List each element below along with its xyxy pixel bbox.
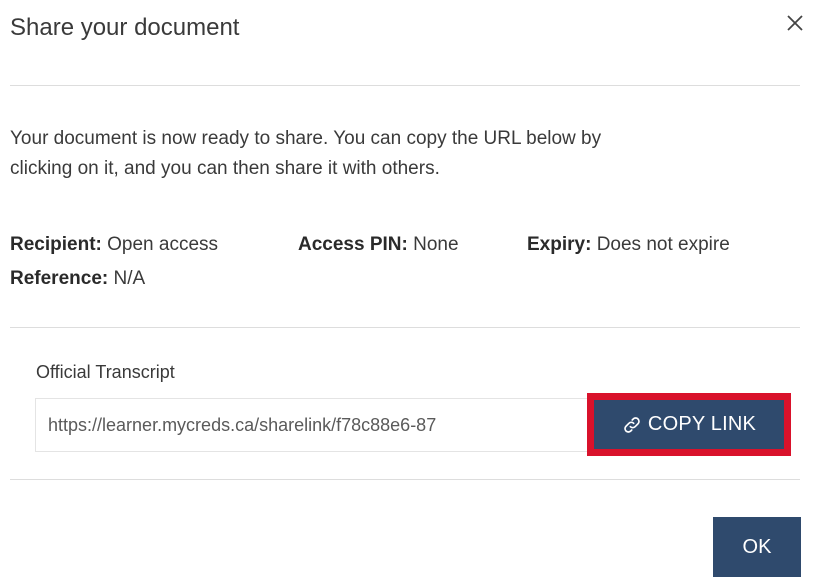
pin-detail: Access PIN: None bbox=[298, 234, 459, 256]
expiry-detail: Expiry: Does not expire bbox=[527, 234, 730, 256]
recipient-label: Recipient: bbox=[10, 234, 102, 255]
close-icon bbox=[787, 15, 803, 31]
footer-divider bbox=[10, 479, 800, 480]
expiry-label: Expiry: bbox=[527, 234, 592, 255]
recipient-value: Open access bbox=[107, 234, 219, 255]
dialog-title: Share your document bbox=[10, 14, 240, 41]
reference-label: Reference: bbox=[10, 268, 109, 289]
pin-value: None bbox=[413, 234, 459, 255]
details-divider bbox=[10, 327, 800, 328]
ok-button[interactable]: OK bbox=[713, 517, 801, 577]
share-link-box bbox=[35, 398, 588, 452]
copy-link-highlight: COPY LINK bbox=[587, 393, 791, 456]
share-details-row: Recipient: Open access Access PIN: None … bbox=[10, 234, 800, 258]
share-dialog: Share your document Your document is now… bbox=[0, 0, 814, 577]
close-button[interactable] bbox=[782, 10, 808, 36]
intro-line-1: Your document is now ready to share. You… bbox=[10, 128, 602, 149]
recipient-detail: Recipient: Open access bbox=[10, 234, 218, 256]
intro-line-2: clicking on it, and you can then share i… bbox=[10, 158, 440, 179]
intro-text: Your document is now ready to share. You… bbox=[10, 124, 770, 184]
copy-link-label: COPY LINK bbox=[647, 413, 757, 435]
share-link-input[interactable] bbox=[36, 399, 588, 451]
link-icon bbox=[622, 415, 642, 435]
document-name: Official Transcript bbox=[36, 362, 175, 382]
header-divider bbox=[10, 85, 800, 86]
reference-value: N/A bbox=[113, 268, 146, 289]
reference-detail: Reference: N/A bbox=[10, 268, 145, 290]
pin-label: Access PIN: bbox=[298, 234, 408, 255]
expiry-value: Does not expire bbox=[596, 234, 730, 255]
copy-link-button[interactable]: COPY LINK bbox=[594, 400, 784, 449]
